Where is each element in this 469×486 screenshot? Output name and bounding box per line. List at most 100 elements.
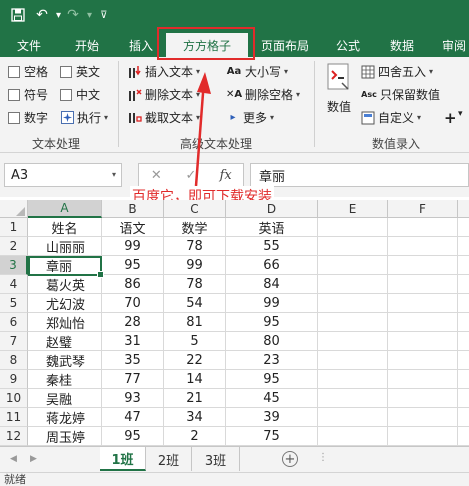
table-cell[interactable] xyxy=(318,351,388,370)
next-sheet-icon[interactable]: ▶ xyxy=(30,454,37,464)
table-cell[interactable] xyxy=(458,218,469,237)
table-cell[interactable] xyxy=(388,218,458,237)
table-cell[interactable] xyxy=(388,351,458,370)
row-header[interactable]: 1 xyxy=(0,218,28,237)
table-cell[interactable]: 31 xyxy=(102,332,164,351)
table-cell[interactable]: 章丽 xyxy=(28,256,102,275)
row-header[interactable]: 7 xyxy=(0,332,28,351)
table-cell[interactable] xyxy=(388,294,458,313)
table-cell[interactable]: 34 xyxy=(164,408,226,427)
table-cell[interactable]: 81 xyxy=(164,313,226,332)
table-cell[interactable]: 39 xyxy=(226,408,318,427)
table-cell[interactable]: 84 xyxy=(226,275,318,294)
table-cell[interactable] xyxy=(458,237,469,256)
table-cell[interactable] xyxy=(318,332,388,351)
table-cell[interactable] xyxy=(458,256,469,275)
table-cell[interactable]: 35 xyxy=(102,351,164,370)
table-cell[interactable] xyxy=(388,370,458,389)
table-cell[interactable]: 蒋龙婷 xyxy=(28,408,102,427)
table-cell[interactable] xyxy=(388,256,458,275)
table-cell[interactable]: 99 xyxy=(226,294,318,313)
sheet-tab-3[interactable]: 3班 xyxy=(192,447,240,471)
table-cell[interactable]: 93 xyxy=(102,389,164,408)
row-header[interactable]: 3 xyxy=(0,256,28,275)
table-cell[interactable]: 14 xyxy=(164,370,226,389)
table-cell[interactable] xyxy=(318,408,388,427)
table-cell[interactable]: 55 xyxy=(226,237,318,256)
table-cell[interactable]: 47 xyxy=(102,408,164,427)
table-cell[interactable] xyxy=(458,332,469,351)
table-cell[interactable]: 周玉婷 xyxy=(28,427,102,446)
table-cell[interactable]: 95 xyxy=(102,427,164,446)
table-cell[interactable]: 54 xyxy=(164,294,226,313)
table-cell[interactable]: 秦桂 xyxy=(28,370,102,389)
table-cell[interactable]: 赵璧 xyxy=(28,332,102,351)
sheet-tab-1[interactable]: 1班 xyxy=(100,447,146,471)
table-cell[interactable]: 78 xyxy=(164,275,226,294)
table-cell[interactable]: 70 xyxy=(102,294,164,313)
table-cell[interactable] xyxy=(458,275,469,294)
table-cell[interactable] xyxy=(388,275,458,294)
select-all-button[interactable] xyxy=(0,200,28,218)
table-cell[interactable]: 66 xyxy=(226,256,318,275)
table-cell[interactable] xyxy=(318,313,388,332)
table-cell[interactable]: 2 xyxy=(164,427,226,446)
table-cell[interactable] xyxy=(318,218,388,237)
table-cell[interactable] xyxy=(318,370,388,389)
table-cell[interactable]: 葛火英 xyxy=(28,275,102,294)
prev-sheet-icon[interactable]: ◀ xyxy=(10,454,17,464)
table-cell[interactable]: 86 xyxy=(102,275,164,294)
add-sheet-button[interactable]: + xyxy=(282,451,298,467)
table-cell[interactable]: 山丽丽 xyxy=(28,237,102,256)
table-cell[interactable] xyxy=(458,294,469,313)
table-cell[interactable] xyxy=(318,389,388,408)
row-header[interactable]: 4 xyxy=(0,275,28,294)
horizontal-scrollbar[interactable]: ⋮ xyxy=(318,452,469,465)
table-cell[interactable] xyxy=(388,332,458,351)
table-cell[interactable]: 语文 xyxy=(102,218,164,237)
table-cell[interactable]: 23 xyxy=(226,351,318,370)
table-cell[interactable] xyxy=(388,313,458,332)
table-cell[interactable] xyxy=(388,389,458,408)
table-cell[interactable] xyxy=(318,275,388,294)
table-cell[interactable]: 吴融 xyxy=(28,389,102,408)
table-cell[interactable]: 22 xyxy=(164,351,226,370)
table-cell[interactable] xyxy=(318,294,388,313)
column-header-b[interactable]: B xyxy=(102,200,164,218)
column-header-a[interactable]: A xyxy=(28,200,102,218)
table-cell[interactable]: 99 xyxy=(102,237,164,256)
table-cell[interactable] xyxy=(318,427,388,446)
table-cell[interactable]: 95 xyxy=(226,370,318,389)
table-cell[interactable]: 45 xyxy=(226,389,318,408)
row-header[interactable]: 2 xyxy=(0,237,28,256)
table-cell[interactable]: 28 xyxy=(102,313,164,332)
table-cell[interactable]: 数学 xyxy=(164,218,226,237)
row-header[interactable]: 9 xyxy=(0,370,28,389)
table-cell[interactable] xyxy=(458,313,469,332)
column-header-e[interactable]: E xyxy=(318,200,388,218)
table-cell[interactable]: 郑灿怡 xyxy=(28,313,102,332)
column-header-f[interactable]: F xyxy=(388,200,458,218)
table-cell[interactable] xyxy=(458,389,469,408)
table-cell[interactable]: 95 xyxy=(226,313,318,332)
table-cell[interactable] xyxy=(318,256,388,275)
table-cell[interactable]: 80 xyxy=(226,332,318,351)
table-cell[interactable]: 77 xyxy=(102,370,164,389)
table-cell[interactable]: 99 xyxy=(164,256,226,275)
table-cell[interactable] xyxy=(458,351,469,370)
row-header[interactable]: 5 xyxy=(0,294,28,313)
table-cell[interactable]: 75 xyxy=(226,427,318,446)
table-cell[interactable]: 5 xyxy=(164,332,226,351)
row-header[interactable]: 8 xyxy=(0,351,28,370)
table-cell[interactable]: 姓名 xyxy=(28,218,102,237)
row-header[interactable]: 6 xyxy=(0,313,28,332)
table-cell[interactable] xyxy=(388,427,458,446)
sheet-tab-2[interactable]: 2班 xyxy=(146,447,192,471)
table-cell[interactable]: 尤幻波 xyxy=(28,294,102,313)
table-cell[interactable]: 英语 xyxy=(226,218,318,237)
table-cell[interactable] xyxy=(318,237,388,256)
table-cell[interactable] xyxy=(458,370,469,389)
table-cell[interactable]: 魏武琴 xyxy=(28,351,102,370)
table-cell[interactable]: 78 xyxy=(164,237,226,256)
scroll-split-icon[interactable]: ⋮ xyxy=(318,452,328,463)
